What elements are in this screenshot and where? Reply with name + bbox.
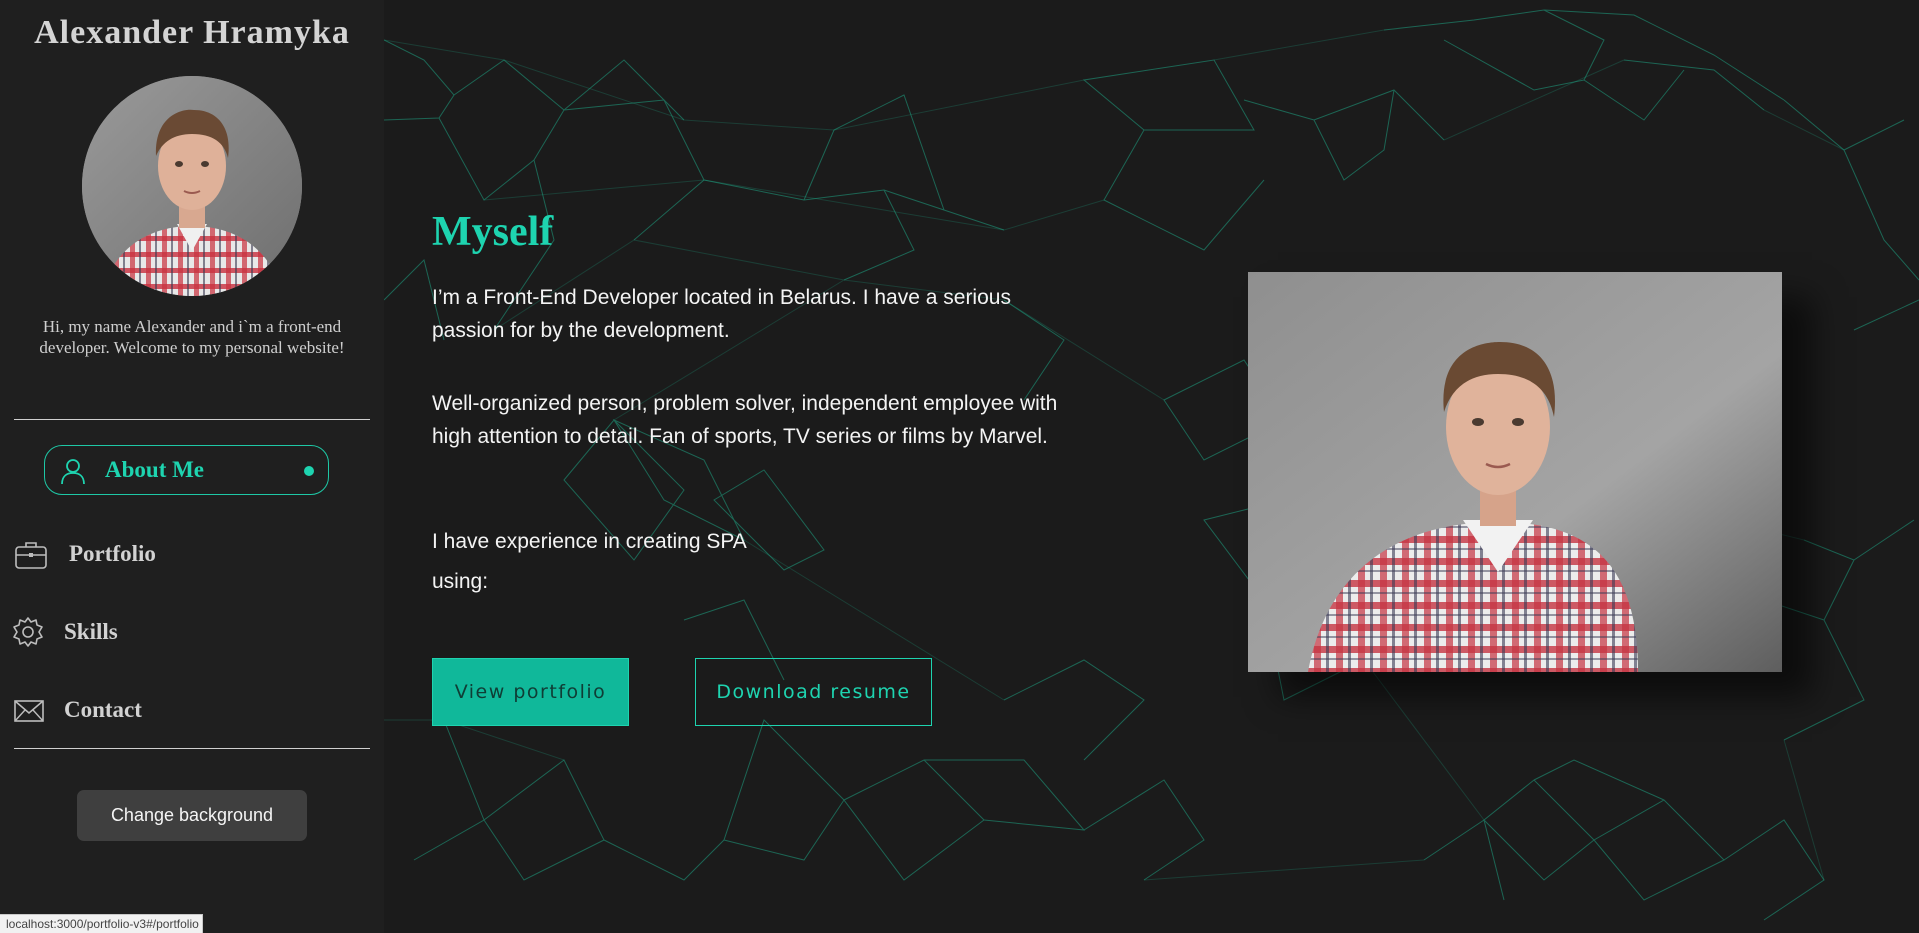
avatar [82,76,302,296]
nav-label-skills: Skills [64,619,118,644]
envelope-icon [13,698,45,729]
briefcase-icon [14,540,48,575]
experience-paragraph-line-2: using: [432,570,489,593]
nav-item-contact[interactable]: Contact [0,686,384,736]
nav-item-skills[interactable]: Skills [0,608,384,658]
person-icon [59,457,87,490]
main-content: Myself I’m a Front-End Developer located… [384,0,1919,933]
section-heading: Myself [432,209,554,255]
change-background-button[interactable]: Change background [77,790,307,841]
avatar-photo [82,76,302,296]
site-title: Alexander Hramyka [34,14,350,51]
intro-text: Hi, my name Alexander and i`m a front-en… [39,317,345,357]
experience-paragraph-line-1: I have experience in creating SPA [432,530,747,553]
divider-bottom [14,748,370,749]
personality-paragraph: Well-organized person, problem solver, i… [432,392,1058,448]
nav-item-about-me[interactable]: About Me [44,445,329,495]
gear-icon [12,616,44,653]
nav-label-about-me: About Me [105,457,205,482]
nav-label-portfolio: Portfolio [69,541,156,566]
intro-paragraph: I’m a Front-End Developer located in Bel… [432,286,1011,342]
status-bar-url: localhost:3000/portfolio-v3#/portfolio [0,914,203,933]
view-portfolio-button[interactable]: View portfolio [432,658,629,726]
sidebar: Alexander Hramyka Hi, my name Alexander … [0,0,384,933]
nav-item-portfolio[interactable]: Portfolio [0,530,384,580]
download-resume-button[interactable]: Download resume [695,658,932,726]
active-indicator-dot [304,466,314,476]
nav-label-contact: Contact [64,697,142,722]
profile-photo [1248,272,1782,672]
divider-top [14,419,370,420]
